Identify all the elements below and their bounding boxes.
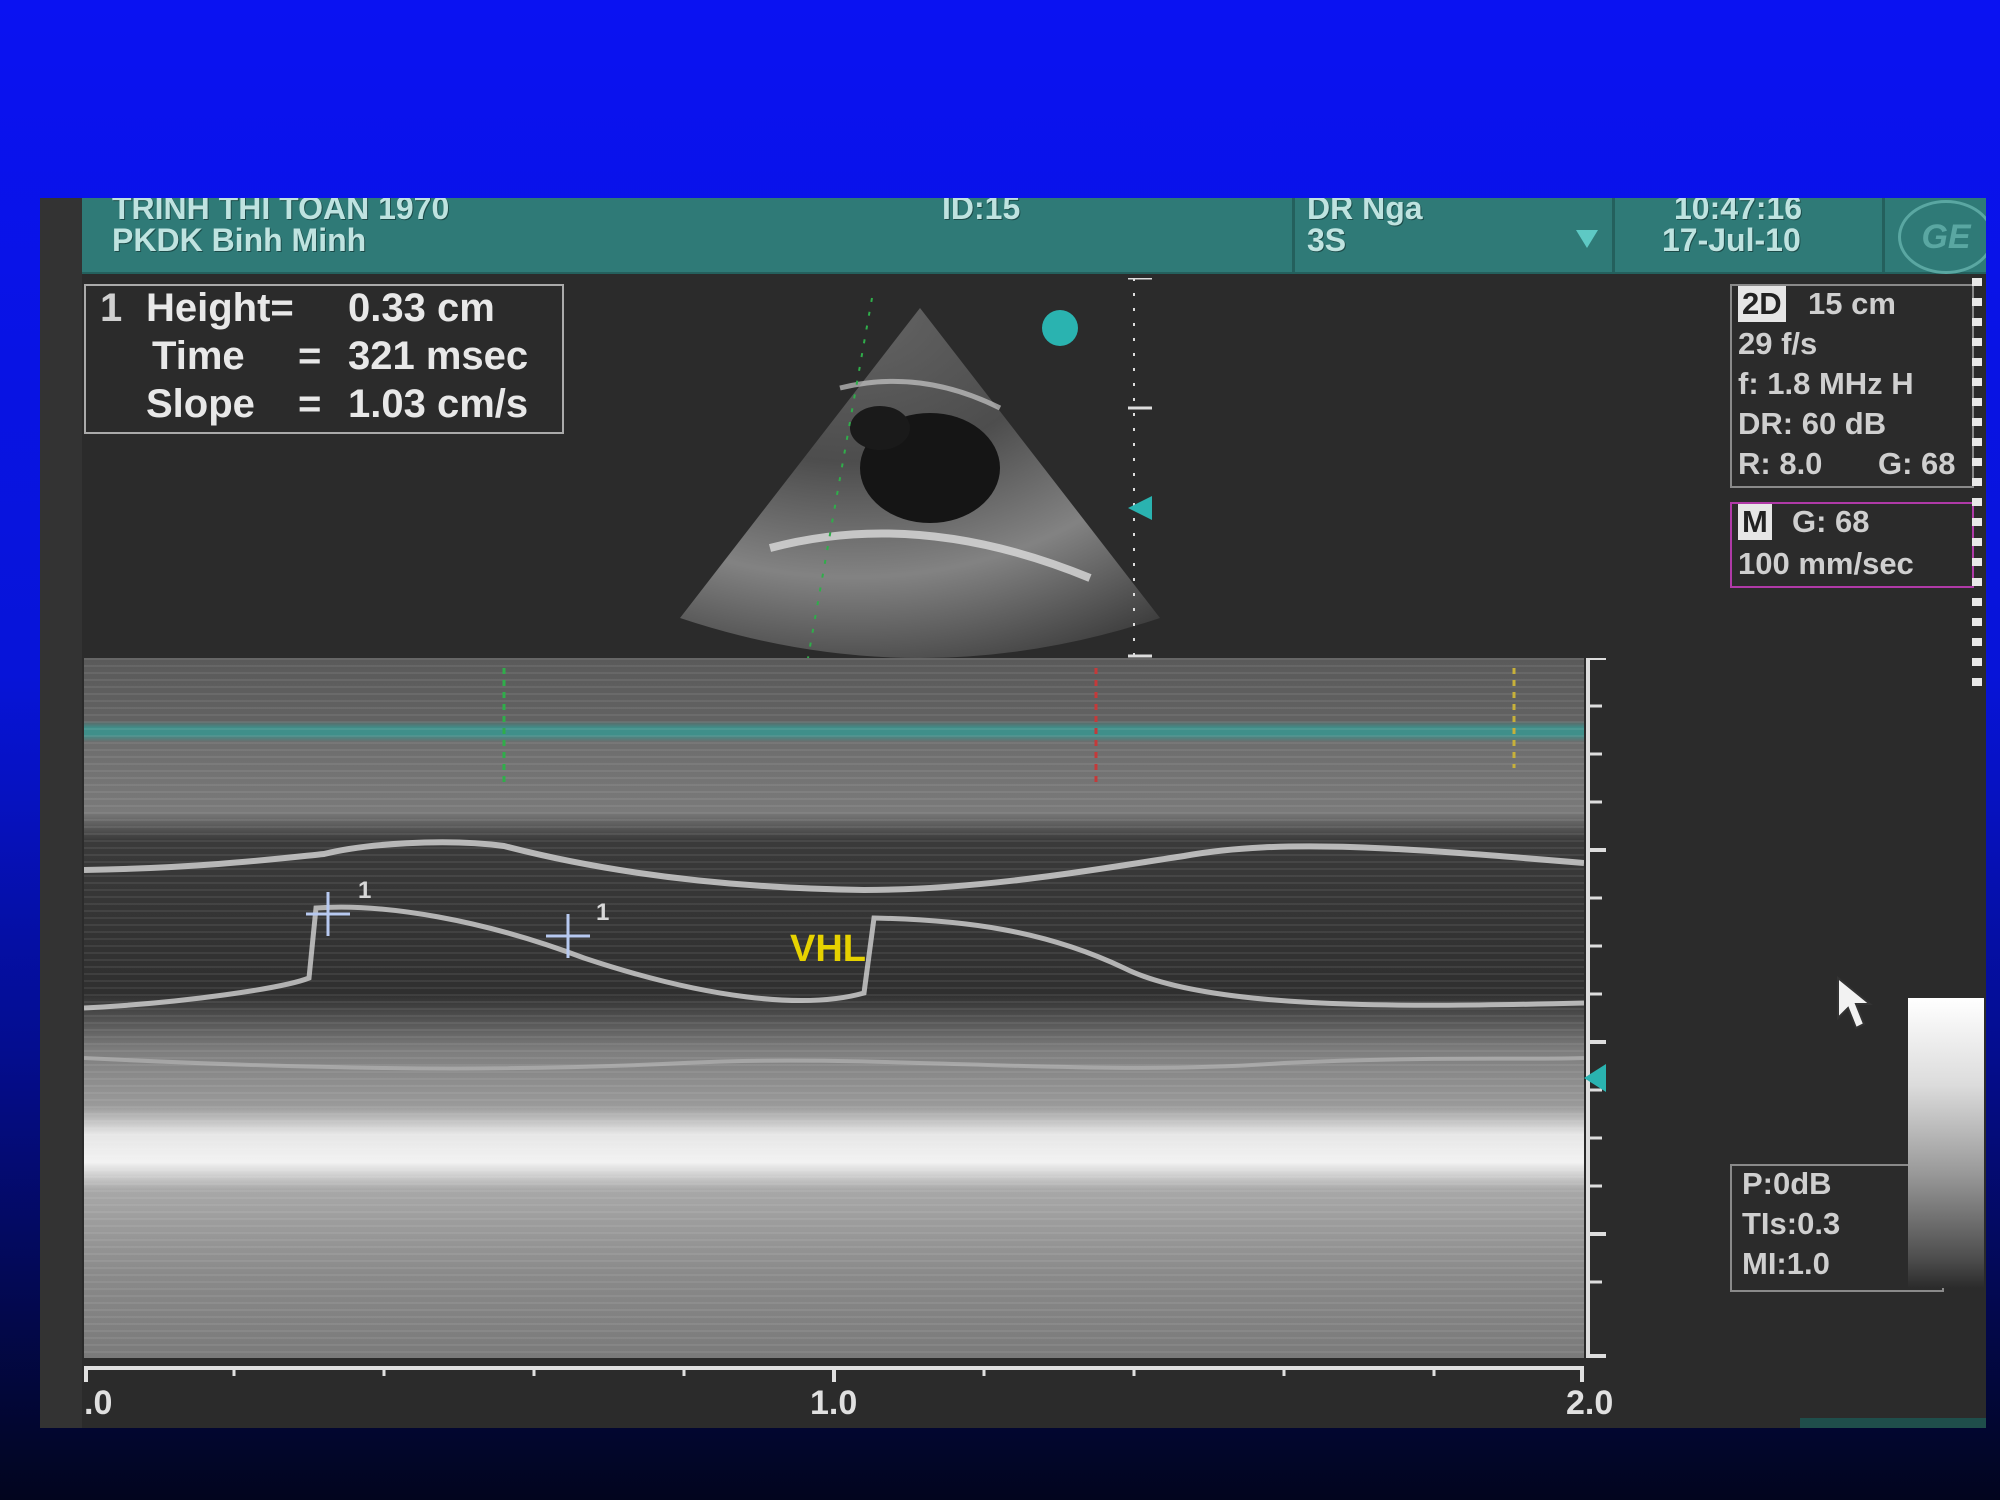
sector-indicator-dot (1042, 310, 1078, 346)
frequency: f: 1.8 MHz H (1738, 366, 1914, 401)
patient-header-bar: TRINH THI TOAN 1970 PKDK Binh Minh ID:15… (82, 198, 1986, 274)
2d-mode-badge: 2D (1738, 286, 1786, 322)
time-axis: .0 1.0 2.0 (84, 1366, 1624, 1426)
mouse-cursor-icon (1837, 976, 1873, 1030)
time-axis-label: 1.0 (810, 1384, 858, 1422)
grayscale-bar (1908, 998, 1984, 1288)
dynamic-range: DR: 60 dB (1738, 406, 1887, 441)
time-label: Time (152, 334, 245, 378)
2d-depth-scale (1128, 278, 1152, 658)
measurement-index: 1 (100, 286, 123, 330)
frame-rate: 29 f/s (1738, 326, 1818, 361)
header-divider (1612, 198, 1615, 272)
height-label: Height= (146, 286, 294, 330)
reject-value: R: 8.0 (1738, 446, 1823, 481)
clinic-name: PKDK Binh Minh (112, 222, 367, 258)
patient-id: ID:15 (942, 198, 1021, 226)
m-mode-gain: G: 68 (1792, 504, 1870, 539)
m-mode-depth-scale (1584, 658, 1606, 1358)
ultrasound-screen: TRINH THI TOAN 1970 PKDK Binh Minh ID:15… (40, 198, 1986, 1428)
exam-date: 17-Jul-10 (1662, 222, 1801, 258)
m-mode-waveform: 1 1 (84, 668, 1584, 1071)
2d-sector-image (680, 297, 1160, 658)
slope-label: Slope (146, 382, 255, 426)
m-mode-parameters-box: M G: 68 100 mm/sec (1730, 502, 1974, 588)
cyan-triangle-icon (1128, 496, 1152, 520)
2d-gain: G: 68 (1878, 446, 1956, 481)
bottom-edge-strip (1800, 1418, 1986, 1428)
header-divider (1292, 198, 1295, 272)
height-value: 0.33 cm (348, 286, 495, 330)
triangle-down-icon[interactable] (1574, 228, 1600, 250)
time-axis-label: .0 (84, 1384, 113, 1422)
time-equals: = (298, 334, 322, 378)
ge-logo: GE (1898, 200, 1986, 274)
m-mode-trace: 1 1 VHL (84, 658, 1584, 1358)
slope-equals: = (298, 382, 322, 426)
probe-name[interactable]: 3S (1307, 222, 1346, 259)
time-axis-ticks (84, 1366, 1584, 1382)
right-edge-scale (1972, 278, 1982, 698)
thermal-index: TIs:0.3 (1742, 1206, 1841, 1241)
left-border-strip (40, 198, 82, 1428)
caliper-label: 1 (358, 877, 371, 904)
measurement-box: 1 Height= 0.33 cm Time = 321 msec Slope … (84, 284, 564, 434)
caliper-cross-icon (546, 914, 590, 958)
caliper-label: 1 (596, 899, 609, 926)
header-divider (1882, 198, 1885, 272)
time-axis-label: 2.0 (1566, 1384, 1614, 1422)
vhl-annotation: VHL (790, 928, 866, 970)
time-value: 321 msec (348, 334, 529, 378)
sweep-speed: 100 mm/sec (1738, 546, 1914, 581)
power-output: P:0dB (1742, 1166, 1832, 1201)
mechanical-index: MI:1.0 (1742, 1246, 1830, 1281)
m-mode-badge: M (1738, 504, 1772, 540)
2d-parameters-box: 2D 15 cm 29 f/s f: 1.8 MHz H DR: 60 dB R… (1730, 284, 1974, 488)
2d-depth: 15 cm (1808, 286, 1896, 321)
slope-value: 1.03 cm/s (348, 382, 529, 426)
